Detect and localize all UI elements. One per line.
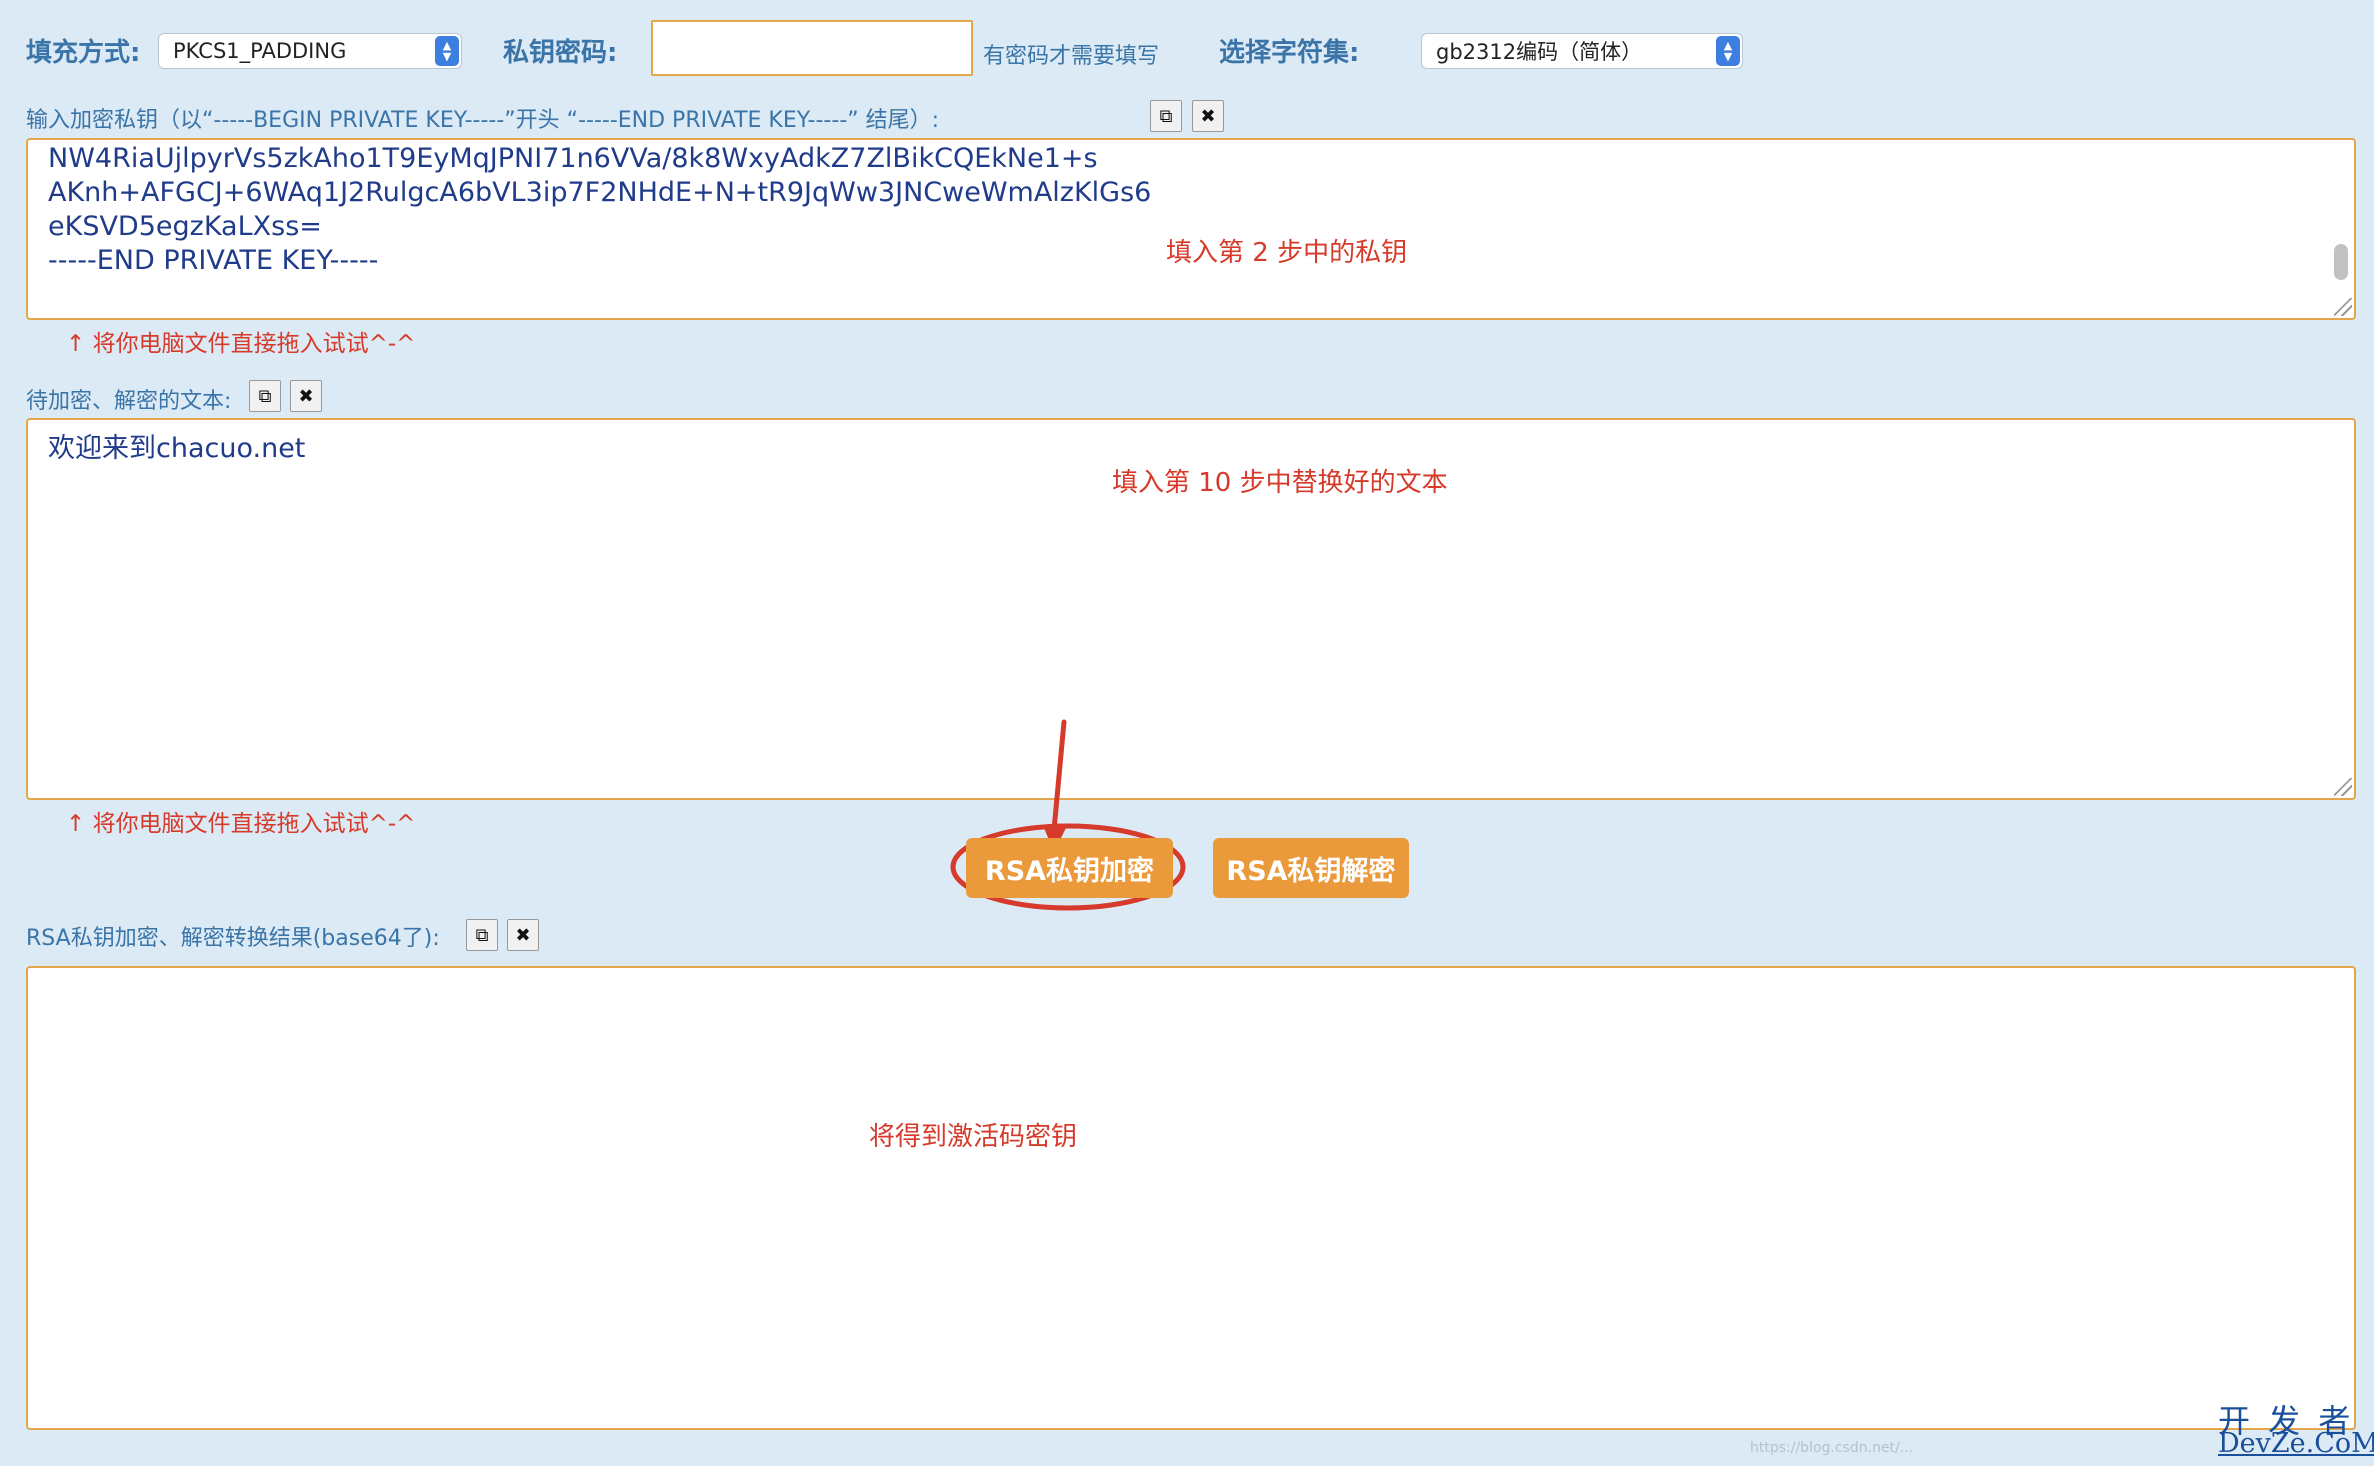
key-line: AKnh+AFGCJ+6WAq1J2RulgcA6bVL3ip7F2NHdE+N… xyxy=(48,177,1152,208)
chevron-updown-icon: ▲ ▼ xyxy=(1716,36,1740,66)
key-line: NW4RiaUjlpyrVs5zkAho1T9EyMqJPNI71n6VVa/8… xyxy=(48,143,1098,174)
result-annotation: 将得到激活码密钥 xyxy=(869,1122,1078,1152)
clear-icon[interactable]: ✖ xyxy=(507,919,539,951)
charset-select[interactable]: gb2312编码（简体） ▲ ▼ xyxy=(1421,33,1743,69)
padding-select-value: PKCS1_PADDING xyxy=(173,39,347,63)
key-line: -----END PRIVATE KEY----- xyxy=(48,245,379,276)
clear-icon[interactable]: ✖ xyxy=(290,380,322,412)
drag-hint: ↑ 将你电脑文件直接拖入试试^-^ xyxy=(66,811,416,837)
private-key-annotation: 填入第 2 步中的私钥 xyxy=(1166,238,1408,268)
result-textarea[interactable]: 将得到激活码密钥 xyxy=(26,966,2356,1430)
resize-handle[interactable] xyxy=(2334,778,2352,796)
plaintext-value: 欢迎来到chacuo.net xyxy=(48,433,306,464)
private-key-textarea[interactable]: NW4RiaUjlpyrVs5zkAho1T9EyMqJPNI71n6VVa/8… xyxy=(26,138,2356,320)
rsa-encrypt-button[interactable]: RSA私钥加密 xyxy=(966,838,1173,898)
padding-select[interactable]: PKCS1_PADDING ▲ ▼ xyxy=(158,33,462,69)
padding-label: 填充方式: xyxy=(26,38,141,68)
resize-handle[interactable] xyxy=(2334,298,2352,316)
drag-hint: ↑ 将你电脑文件直接拖入试试^-^ xyxy=(66,331,416,357)
plaintext-annotation: 填入第 10 步中替换好的文本 xyxy=(1112,468,1448,498)
password-hint: 有密码才需要填写 xyxy=(983,44,1160,69)
key-line: eKSVD5egzKaLXss= xyxy=(48,211,322,242)
rsa-decrypt-button[interactable]: RSA私钥解密 xyxy=(1213,838,1409,898)
private-key-label: 输入加密私钥（以“-----BEGIN PRIVATE KEY-----”开头 … xyxy=(26,108,940,133)
charset-label: 选择字符集: xyxy=(1219,38,1360,68)
result-label: RSA私钥加密、解密转换结果(base64了): xyxy=(26,926,440,951)
password-input[interactable] xyxy=(651,20,973,76)
charset-select-value: gb2312编码（简体） xyxy=(1436,40,1643,64)
watermark-url: https://blog.csdn.net/... xyxy=(1750,1440,1914,1456)
watermark-logo-domain: DevZe.CoM xyxy=(2218,1428,2374,1459)
copy-icon[interactable]: ⧉ xyxy=(466,919,498,951)
chevron-updown-icon: ▲ ▼ xyxy=(435,36,459,66)
copy-icon[interactable]: ⧉ xyxy=(1150,100,1182,132)
scrollbar[interactable] xyxy=(2334,244,2348,280)
copy-icon[interactable]: ⧉ xyxy=(249,380,281,412)
clear-icon[interactable]: ✖ xyxy=(1192,100,1224,132)
plaintext-label: 待加密、解密的文本: xyxy=(26,389,232,414)
password-label: 私钥密码: xyxy=(503,38,618,68)
